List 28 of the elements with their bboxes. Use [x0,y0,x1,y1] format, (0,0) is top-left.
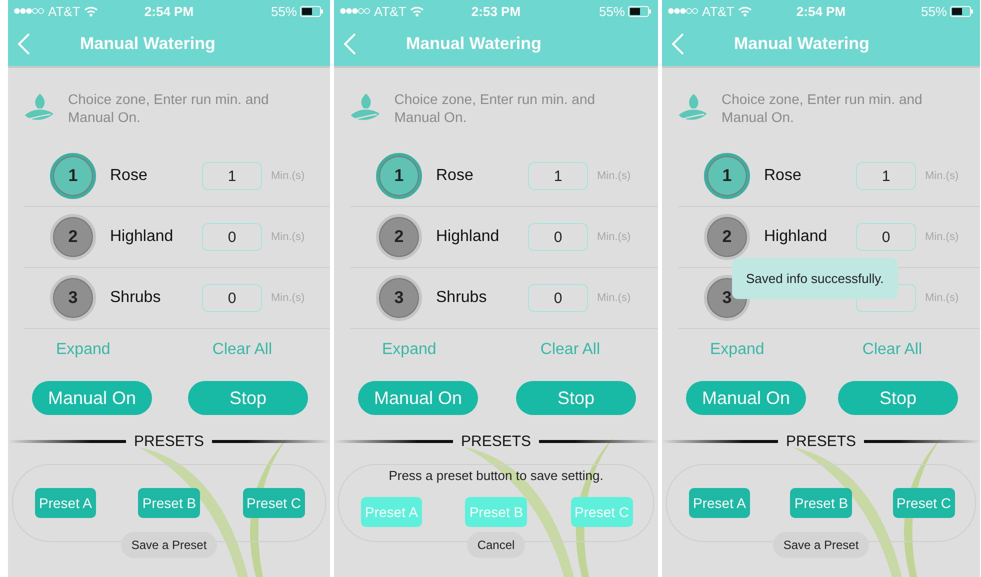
preset-prompt: Press a preset button to save setting. [388,468,604,483]
zone-name: Highland [110,228,174,246]
battery-percentage: 55% [920,4,947,18]
instruction-text: Choice zone, Enter run min. and Manual On. [394,90,596,126]
zone-name: Rose [110,167,148,185]
screen-title: Manual Watering [734,34,870,54]
presets-heading: PRESETS [134,433,204,450]
status-time: 2:54 PM [796,4,846,18]
status-time: 2:53 PM [471,4,521,18]
carrier-name: AT&T [48,4,80,18]
instruction-text: Choice zone, Enter run min. and Manual On. [722,90,924,126]
zone-name: Rose [764,167,802,185]
zone-name: Highland [764,228,828,246]
zone-name: Shrubs [110,289,162,307]
battery-percentage: 55% [598,4,625,18]
zone-name: Highland [436,228,500,246]
zone-name: Shrubs [436,289,488,307]
success-toast: Saved info successfully. [732,258,898,299]
screen-title: Manual Watering [406,34,542,54]
status-time: 2:54 PM [144,4,194,18]
zone-name: Rose [436,167,474,185]
carrier-name: AT&T [702,4,734,18]
presets-heading: PRESETS [786,433,856,450]
presets-heading: PRESETS [460,433,532,450]
battery-percentage: 55% [270,4,297,18]
instruction-text: Choice zone, Enter run min. and Manual On. [68,90,270,126]
screen-title: Manual Watering [80,34,216,54]
carrier-name: AT&T [374,4,406,18]
